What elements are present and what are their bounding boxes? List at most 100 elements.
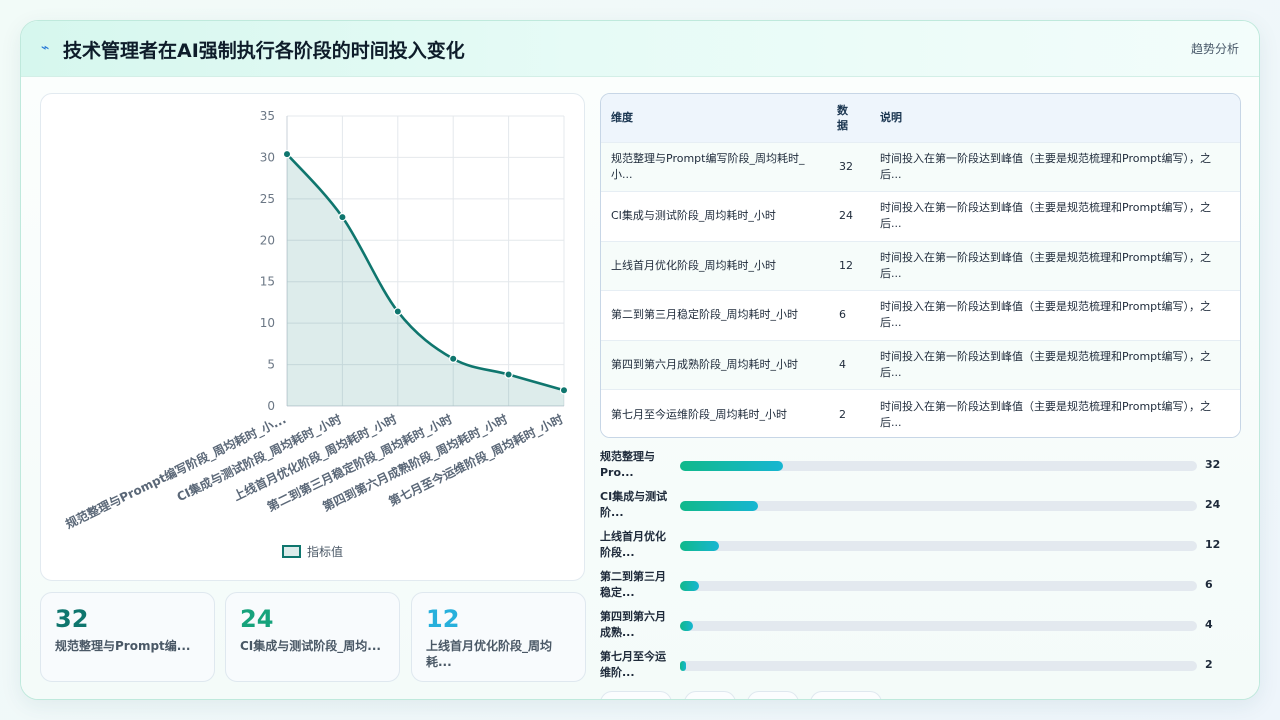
cell-desc: 时间投入在第一阶段达到峰值（主要是规范梳理和Prompt编写），之后...: [880, 349, 1211, 379]
cell-dimension: 第二到第三月稳定阶段_周均耗时_小时: [611, 308, 798, 322]
cell-dimension: CI集成与测试阶段_周均耗时_小时: [611, 209, 776, 223]
horizontal-bar-list: 规范整理与Pro... 32 CI集成与测试阶... 24 上线首月优化阶段..…: [600, 449, 1241, 689]
data-point: [282, 149, 292, 159]
bar-row: 规范整理与Pro... 32: [600, 449, 1241, 489]
bar-fill: [680, 621, 693, 631]
bar-label: CI集成与测试阶...: [600, 490, 668, 519]
legend-label: 指标值: [307, 544, 343, 559]
y-tick-label: 10: [260, 316, 275, 330]
dashboard-card: ⌁ 技术管理者在AI强制执行各阶段的时间投入变化 趋势分析 0 5 10 15 20 25…: [20, 20, 1260, 700]
x-tick-label: 规范整理与Prompt编写阶段_周均耗时_小...: [63, 411, 289, 532]
bar-row: CI集成与测试阶... 24: [600, 489, 1241, 529]
filter-pill[interactable]: [747, 691, 799, 699]
legend-swatch: [282, 545, 301, 558]
cell-data: 6: [839, 308, 846, 322]
data-table: 维度 数据 说明 规范整理与Prompt编写阶段_周均耗时_小... 32 时间…: [600, 93, 1241, 438]
column-header-data-text: 数据: [837, 103, 848, 132]
cell-dimension: 规范整理与Prompt编写阶段_周均耗时_小...: [611, 151, 805, 181]
bar-track: [680, 501, 1197, 511]
pill-row: [600, 691, 1241, 699]
stat-card-3: 12 上线首月优化阶段_周均耗...: [411, 592, 586, 682]
filter-pill[interactable]: [600, 691, 672, 699]
data-point: [559, 386, 569, 395]
cell-dimension: 上线首月优化阶段_周均耗时_小时: [611, 258, 776, 272]
bar-fill: [680, 461, 784, 471]
bar-label: 上线首月优化阶段...: [600, 530, 666, 559]
trend-analysis-button[interactable]: 趋势分析: [1191, 40, 1239, 57]
table-row: 第七月至今运维阶段_周均耗时_小时 2 时间投入在第一阶段达到峰值（主要是规范梳…: [601, 389, 1240, 437]
lightning-icon: ⌁: [41, 40, 50, 56]
bar-value: 12: [1205, 538, 1221, 551]
cell-dimension: 第四到第六月成熟阶段_周均耗时_小时: [611, 357, 798, 371]
table-row: 规范整理与Prompt编写阶段_周均耗时_小... 32 时间投入在第一阶段达到…: [601, 142, 1240, 192]
stat-value: 24: [240, 605, 274, 633]
bar-value: 6: [1205, 578, 1213, 591]
data-point: [393, 307, 402, 316]
data-point: [338, 212, 347, 222]
bar-row: 第七月至今运维阶... 2: [600, 649, 1241, 689]
table-row: 第二到第三月稳定阶段_周均耗时_小时 6 时间投入在第一阶段达到峰值（主要是规范…: [601, 290, 1240, 340]
y-tick-label: 30: [260, 150, 275, 164]
data-point: [449, 354, 458, 363]
bar-track: [680, 581, 1197, 591]
table-row: 第四到第六月成熟阶段_周均耗时_小时 4 时间投入在第一阶段达到峰值（主要是规范…: [601, 340, 1240, 390]
cell-desc: 时间投入在第一阶段达到峰值（主要是规范梳理和Prompt编写），之后...: [880, 300, 1211, 330]
stat-value: 12: [426, 605, 460, 633]
y-tick-label: 25: [260, 192, 275, 206]
cell-desc: 时间投入在第一阶段达到峰值（主要是规范梳理和Prompt编写），之后...: [880, 151, 1211, 181]
bar-track: [680, 461, 1197, 471]
line-chart-panel: 0 5 10 15 20 25 30 35 规范整理与Prompt编写阶段_周均耗时_小... C…: [40, 93, 585, 581]
bar-fill: [680, 581, 700, 591]
cell-desc: 时间投入在第一阶段达到峰值（主要是规范梳理和Prompt编写），之后...: [880, 399, 1211, 429]
cell-data: 2: [839, 407, 846, 421]
series-area: [287, 154, 564, 406]
bar-label: 第四到第六月成熟...: [600, 610, 666, 639]
cell-desc: 时间投入在第一阶段达到峰值（主要是规范梳理和Prompt编写），之后...: [880, 201, 1211, 231]
bar-fill: [680, 501, 758, 511]
bar-fill: [680, 661, 687, 671]
cell-data: 24: [839, 209, 853, 223]
table-row: CI集成与测试阶段_周均耗时_小时 24 时间投入在第一阶段达到峰值（主要是规范…: [601, 191, 1240, 241]
cell-data: 32: [839, 159, 853, 173]
stat-value: 32: [55, 605, 89, 633]
filter-pill[interactable]: [684, 691, 736, 699]
cell-data: 12: [839, 258, 853, 272]
bar-row: 上线首月优化阶段... 12: [600, 529, 1241, 569]
filter-pill[interactable]: [810, 691, 882, 699]
bar-fill: [680, 541, 719, 551]
page-title: 技术管理者在AI强制执行各阶段的时间投入变化: [63, 40, 465, 62]
table-header-row: 维度 数据 说明: [601, 94, 1240, 142]
y-tick-label: 5: [267, 358, 275, 372]
stat-label: 规范整理与Prompt编...: [55, 639, 191, 653]
bar-value: 32: [1205, 458, 1221, 471]
stat-card-1: 32 规范整理与Prompt编...: [40, 592, 215, 682]
bar-track: [680, 541, 1197, 551]
stat-label: 上线首月优化阶段_周均耗...: [426, 639, 553, 669]
bar-value: 2: [1205, 658, 1213, 671]
y-tick-label: 0: [267, 399, 275, 413]
bar-value: 4: [1205, 618, 1213, 631]
bar-label: 第七月至今运维阶...: [600, 650, 666, 679]
cell-data: 4: [839, 357, 846, 371]
y-tick-label: 20: [260, 233, 275, 247]
y-tick-label: 15: [260, 275, 275, 289]
bar-row: 第四到第六月成熟... 4: [600, 609, 1241, 649]
stat-label: CI集成与测试阶段_周均...: [240, 639, 381, 653]
stat-card-2: 24 CI集成与测试阶段_周均...: [225, 592, 400, 682]
column-header-desc: 说明: [880, 111, 902, 125]
bar-track: [680, 621, 1197, 631]
cell-desc: 时间投入在第一阶段达到峰值（主要是规范梳理和Prompt编写），之后...: [880, 250, 1211, 280]
bar-label: 规范整理与Pro...: [600, 450, 655, 479]
bar-row: 第二到第三月稳定... 6: [600, 569, 1241, 609]
column-header-dimension: 维度: [611, 111, 633, 125]
line-chart: 05101520253035规范整理与Prompt编写阶段_周均耗时_小...C…: [63, 109, 569, 559]
bar-value: 24: [1205, 498, 1221, 511]
data-point: [504, 370, 513, 379]
table-row: 上线首月优化阶段_周均耗时_小时 12 时间投入在第一阶段达到峰值（主要是规范梳…: [601, 241, 1240, 291]
bar-track: [680, 661, 1197, 671]
bar-label: 第二到第三月稳定...: [600, 570, 666, 599]
header: ⌁ 技术管理者在AI强制执行各阶段的时间投入变化 趋势分析: [21, 21, 1259, 77]
y-tick-label: 35: [260, 109, 275, 123]
cell-dimension: 第七月至今运维阶段_周均耗时_小时: [611, 407, 787, 421]
column-header-data: 数据: [829, 94, 870, 142]
